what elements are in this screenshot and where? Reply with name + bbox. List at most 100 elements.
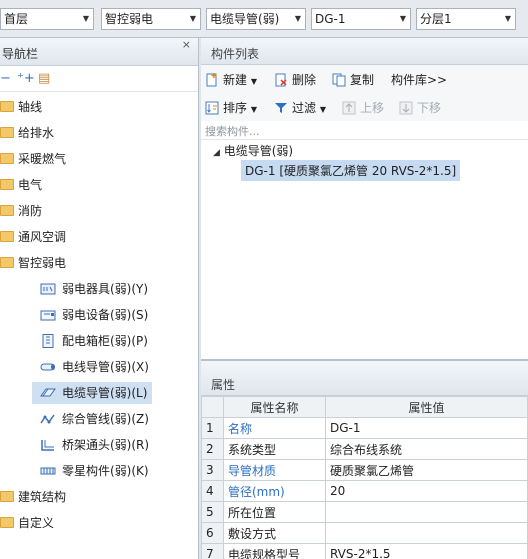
properties-title: 属性 <box>211 378 236 392</box>
property-name: 敷设方式 <box>223 522 326 544</box>
property-name: 电缆规格型号 <box>223 543 326 559</box>
search-placeholder: 搜索构件... <box>205 125 260 138</box>
nav-panel: 导航栏 × − ⁺+ ▤ 轴线 给排水 采暖燃气 电气 消防 通风空调 智控弱电… <box>0 38 199 559</box>
nav-category-custom[interactable]: 自定义 <box>0 512 54 534</box>
component-dropdown-value: DG-1 <box>315 12 346 26</box>
nav-subitem-label: 综合管线(弱)(Z) <box>62 412 149 426</box>
type-dropdown[interactable]: 电缆导管(弱) ▼ <box>206 8 306 30</box>
property-value[interactable] <box>325 522 528 544</box>
nav-category-label: 轴线 <box>18 100 43 114</box>
nav-category-fire[interactable]: 消防 <box>0 200 42 222</box>
component-library-label: 构件库>> <box>391 73 448 87</box>
table-row[interactable]: 6 敷设方式 <box>201 522 528 544</box>
layer-dropdown[interactable]: 分层1 ▼ <box>416 8 516 30</box>
component-library-button[interactable]: 构件库>> <box>391 71 447 88</box>
property-name: 管径(mm) <box>223 480 326 502</box>
properties-panel: 属性 属性名称 属性值 1 名称 DG-1 2 系统类型 综合布线系统 3 导管材质 硬质聚氯乙… <box>201 360 528 559</box>
filter-button-label: 过滤 <box>292 101 317 115</box>
component-tree: ◢ 电缆导管(弱) DG-1 [硬质聚氯乙烯管 20 RVS-2*1.5] <box>201 140 528 360</box>
new-button[interactable]: 新建 ▼ <box>205 71 257 88</box>
nav-subitem-cabinet[interactable]: 配电箱柜(弱)(P) <box>36 330 152 352</box>
filter-button[interactable]: 过滤 ▼ <box>274 99 326 116</box>
col-header-value: 属性值 <box>325 396 528 418</box>
chevron-down-icon: ▼ <box>189 14 196 23</box>
row-number: 2 <box>201 438 224 460</box>
nav-category-building[interactable]: 建筑结构 <box>0 486 66 508</box>
filter-icon <box>275 102 287 113</box>
table-row[interactable]: 1 名称 DG-1 <box>201 417 528 439</box>
floor-dropdown[interactable]: 首层 ▼ <box>0 8 94 30</box>
layer-dropdown-value: 分层1 <box>420 12 452 26</box>
sort-button[interactable]: 排序 ▼ <box>205 99 257 116</box>
delete-button[interactable]: 删除 <box>274 71 316 88</box>
nav-category-axis[interactable]: 轴线 <box>0 96 42 118</box>
component-list-header: 构件列表 <box>201 38 528 65</box>
nav-subitem-tray-joint[interactable]: 桥架通头(弱)(R) <box>36 434 153 456</box>
property-name: 系统类型 <box>223 438 326 460</box>
row-number: 1 <box>201 417 224 439</box>
nav-toolbar: − ⁺+ ▤ <box>0 66 198 92</box>
chevron-down-icon: ▼ <box>294 14 301 23</box>
nav-category-label: 通风空调 <box>18 230 67 244</box>
nav-category-label: 给排水 <box>18 126 55 140</box>
table-row[interactable]: 2 系统类型 综合布线系统 <box>201 438 528 460</box>
nav-category-label: 建筑结构 <box>18 490 67 504</box>
nav-category-label: 智控弱电 <box>18 256 67 270</box>
edit-icon[interactable]: ▤ <box>38 71 50 86</box>
row-number: 5 <box>201 501 224 523</box>
table-row[interactable]: 4 管径(mm) 20 <box>201 480 528 502</box>
pipeline-icon <box>40 414 55 423</box>
component-toolbar-row1: 新建 ▼ 删除 复制 构件库>> <box>201 65 528 93</box>
close-icon[interactable]: × <box>182 38 191 51</box>
property-value[interactable]: 20 <box>325 480 528 502</box>
add-icon[interactable]: ⁺+ <box>17 71 35 86</box>
chevron-down-icon: ▼ <box>82 14 89 23</box>
nav-subitem-cable-conduit[interactable]: 电缆导管(弱)(L) <box>32 382 152 404</box>
component-group[interactable]: ◢ 电缆导管(弱) <box>213 142 293 159</box>
discipline-dropdown-value: 智控弱电 <box>105 12 154 26</box>
wire-conduit-icon <box>40 363 55 370</box>
nav-category-weak-current[interactable]: 智控弱电 <box>0 252 66 274</box>
nav-subitem-misc-component[interactable]: 零星构件(弱)(K) <box>36 460 153 482</box>
equipment-icon <box>40 310 56 320</box>
property-value[interactable]: DG-1 <box>325 417 528 439</box>
nav-subitem-label: 弱电设备(弱)(S) <box>62 308 149 322</box>
properties-header: 属性 <box>201 360 528 396</box>
property-name: 名称 <box>223 417 326 439</box>
property-value[interactable]: 硬质聚氯乙烯管 <box>325 459 528 481</box>
component-list-panel: 构件列表 新建 ▼ 删除 复制 构件库>> 排序 ▼ 过滤 ▼ 上移 下移 搜索… <box>201 38 528 360</box>
folder-icon <box>0 179 14 190</box>
nav-category-hvac[interactable]: 通风空调 <box>0 226 66 248</box>
nav-subitem-equipment[interactable]: 弱电设备(弱)(S) <box>36 304 152 326</box>
folder-icon <box>0 517 14 528</box>
delete-button-label: 删除 <box>292 73 317 87</box>
move-up-button[interactable]: 上移 <box>342 99 384 116</box>
move-up-label: 上移 <box>360 101 385 115</box>
nav-category-heating[interactable]: 采暖燃气 <box>0 148 66 170</box>
properties-header-row: 属性名称 属性值 <box>201 396 528 418</box>
property-value[interactable]: RVS-2*1.5 <box>325 543 528 559</box>
delete-icon <box>275 73 287 86</box>
move-down-button[interactable]: 下移 <box>399 99 441 116</box>
table-row[interactable]: 5 所在位置 <box>201 501 528 523</box>
property-name: 所在位置 <box>223 501 326 523</box>
table-row[interactable]: 3 导管材质 硬质聚氯乙烯管 <box>201 459 528 481</box>
discipline-dropdown[interactable]: 智控弱电 ▼ <box>101 8 201 30</box>
table-row[interactable]: 7 电缆规格型号 RVS-2*1.5 <box>201 543 528 559</box>
nav-subitem-label: 桥架通头(弱)(R) <box>62 438 150 452</box>
nav-subitem-label: 弱电器具(弱)(Y) <box>62 282 149 296</box>
component-search-input[interactable]: 搜索构件... <box>201 121 528 140</box>
copy-button[interactable]: 复制 <box>332 71 374 88</box>
nav-subitem-wire-conduit[interactable]: 电线导管(弱)(X) <box>36 356 153 378</box>
nav-subitem-pipeline[interactable]: 综合管线(弱)(Z) <box>36 408 153 430</box>
move-down-label: 下移 <box>417 101 442 115</box>
component-item-selected[interactable]: DG-1 [硬质聚氯乙烯管 20 RVS-2*1.5] <box>241 160 461 181</box>
collapse-icon[interactable]: − <box>0 71 11 86</box>
component-dropdown[interactable]: DG-1 ▼ <box>311 8 411 30</box>
sort-icon <box>205 101 219 114</box>
property-value[interactable]: 综合布线系统 <box>325 438 528 460</box>
nav-category-water[interactable]: 给排水 <box>0 122 54 144</box>
nav-subitem-device[interactable]: 弱电器具(弱)(Y) <box>36 278 152 300</box>
property-value[interactable] <box>325 501 528 523</box>
nav-category-electric[interactable]: 电气 <box>0 174 42 196</box>
